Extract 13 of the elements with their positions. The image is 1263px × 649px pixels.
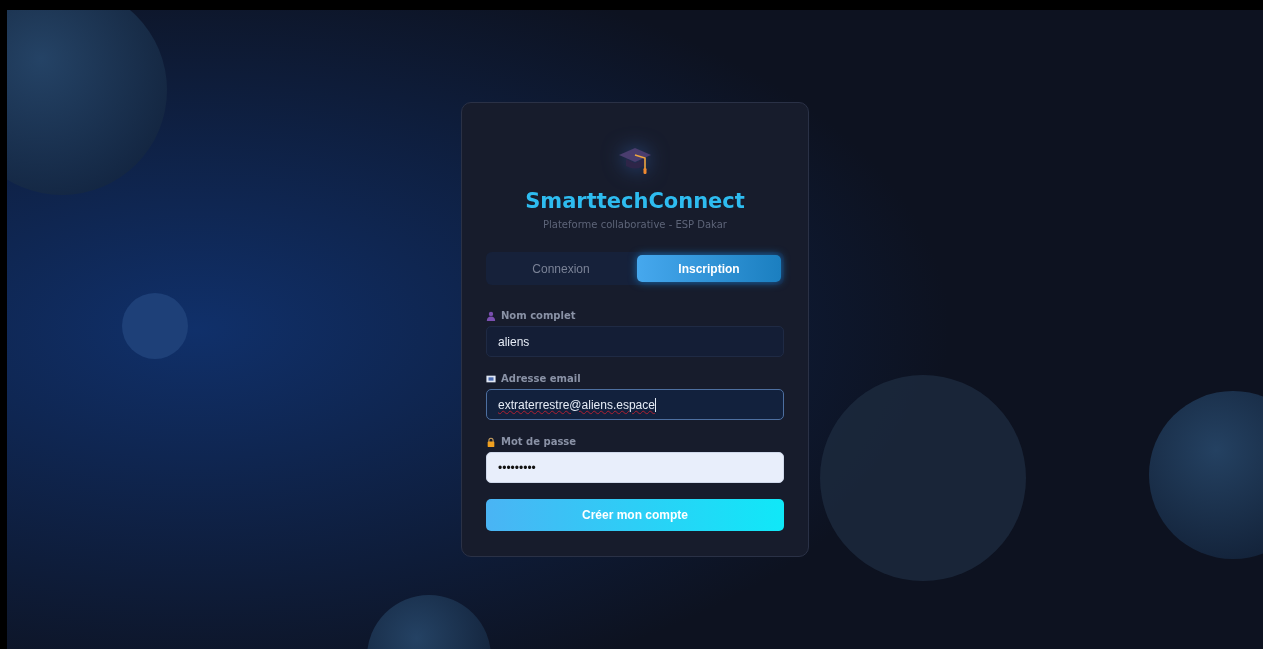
- lock-icon: [486, 436, 496, 447]
- field-label: Mot de passe: [501, 436, 577, 447]
- name-field[interactable]: aliens: [486, 326, 784, 357]
- field-label: Adresse email: [501, 373, 581, 384]
- password-field[interactable]: •••••••••: [486, 452, 784, 483]
- field-label: Nom complet: [501, 310, 576, 321]
- bubble: [122, 293, 188, 359]
- app-subtitle: Plateforme collaborative - ESP Dakar: [543, 219, 727, 230]
- tab[interactable]: Connexion: [489, 255, 633, 282]
- app-title: SmarttechConnect: [525, 189, 745, 213]
- email-field[interactable]: extraterrestre@aliens.espace: [486, 389, 784, 420]
- person-icon: [486, 310, 496, 321]
- envelope-icon: [486, 373, 496, 384]
